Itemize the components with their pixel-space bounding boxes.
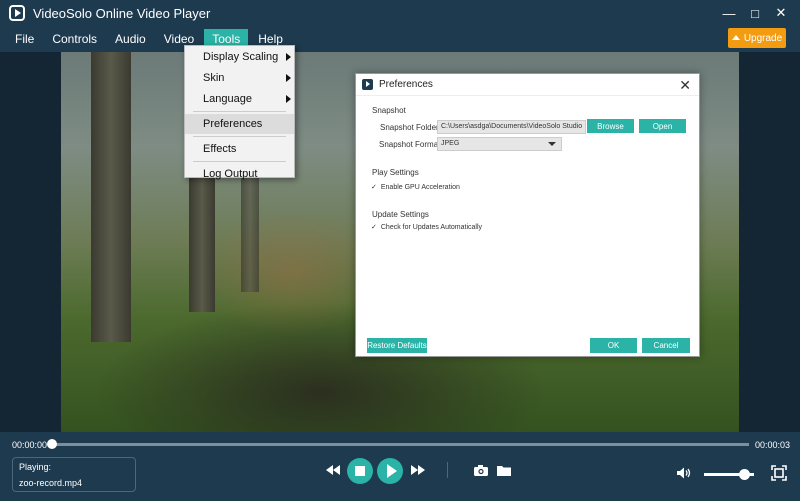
play-icon: [386, 464, 397, 478]
menu-item-log-output[interactable]: Log Output: [185, 164, 294, 184]
progress-bar[interactable]: [52, 443, 749, 446]
dialog-title: Preferences: [379, 79, 433, 90]
submenu-arrow-icon: [286, 95, 291, 103]
dialog-title-bar: Preferences ✕: [356, 74, 699, 96]
window-controls: — □ ✕: [716, 0, 794, 26]
tree-trunk-image: [91, 52, 131, 342]
stop-icon: [355, 466, 365, 476]
play-settings-heading: Play Settings: [372, 168, 419, 177]
snapshot-format-select[interactable]: JPEG: [437, 137, 562, 151]
app-logo-icon: [362, 79, 373, 90]
menu-item-label: Skin: [203, 72, 225, 84]
menu-controls[interactable]: Controls: [44, 29, 105, 49]
menu-separator: [193, 161, 286, 162]
snapshot-folder-field[interactable]: C:\Users\asdga\Documents\VideoSolo Studi…: [437, 120, 586, 134]
playing-file-name: zoo-record.mp4: [19, 478, 83, 488]
snapshot-button[interactable]: [472, 463, 490, 477]
minimize-button[interactable]: —: [716, 2, 742, 24]
submenu-arrow-icon: [286, 53, 291, 61]
control-divider: [447, 462, 448, 478]
fullscreen-button[interactable]: [771, 465, 787, 481]
ok-button[interactable]: OK: [590, 338, 637, 353]
browse-button[interactable]: Browse: [587, 119, 634, 133]
title-bar: VideoSolo Online Video Player — □ ✕: [0, 0, 800, 26]
snapshot-format-label: Snapshot Format:: [379, 140, 443, 149]
maximize-button[interactable]: □: [742, 2, 768, 24]
now-playing-panel: Playing: zoo-record.mp4: [12, 457, 136, 492]
cancel-button[interactable]: Cancel: [642, 338, 690, 353]
camera-icon: [474, 464, 488, 476]
dialog-close-icon[interactable]: ✕: [679, 77, 691, 94]
video-letterbox-left: [0, 52, 61, 432]
checkmark-icon: ✓: [371, 184, 377, 191]
chevron-down-icon: [548, 142, 556, 146]
update-settings-heading: Update Settings: [372, 210, 429, 219]
menu-audio[interactable]: Audio: [107, 29, 154, 49]
menu-separator: [193, 136, 286, 137]
rewind-icon: [326, 465, 340, 475]
restore-defaults-button[interactable]: Restore Defaults: [367, 338, 427, 353]
auto-update-label: Check for Updates Automatically: [380, 224, 483, 231]
play-button[interactable]: [377, 458, 403, 484]
playing-label: Playing:: [19, 462, 52, 472]
menu-item-skin[interactable]: Skin: [185, 68, 294, 88]
player-control-bar: 00:00:00 00:00:03 Playing: zoo-record.mp…: [0, 432, 800, 501]
menu-item-display-scaling[interactable]: Display Scaling: [185, 47, 294, 67]
menu-file[interactable]: File: [7, 29, 42, 49]
snapshot-section-heading: Snapshot: [372, 106, 406, 115]
fast-forward-button[interactable]: [410, 464, 426, 476]
menu-item-preferences[interactable]: Preferences: [185, 114, 294, 134]
menu-separator: [193, 111, 286, 112]
preferences-dialog: Preferences ✕ Snapshot Snapshot Folder: …: [355, 73, 700, 357]
app-title: VideoSolo Online Video Player: [33, 5, 211, 21]
volume-handle[interactable]: [738, 469, 750, 480]
speaker-icon: [677, 467, 691, 479]
menu-item-language[interactable]: Language: [185, 89, 294, 109]
total-time: 00:00:03: [755, 440, 791, 450]
gpu-acceleration-checkbox[interactable]: ✓ Enable GPU Acceleration: [371, 183, 460, 191]
tools-dropdown-menu: Display Scaling Skin Language Preference…: [184, 45, 295, 180]
menu-item-label: Log Output: [203, 168, 258, 180]
folder-icon: [497, 465, 511, 476]
menu-item-label: Language: [203, 93, 252, 105]
auto-update-checkbox[interactable]: ✓ Check for Updates Automatically: [371, 223, 482, 231]
gpu-acceleration-label: Enable GPU Acceleration: [380, 184, 460, 191]
video-letterbox-right: [739, 52, 800, 432]
volume-button[interactable]: [676, 466, 692, 480]
fullscreen-icon: [771, 465, 787, 481]
current-time: 00:00:00: [12, 440, 48, 450]
submenu-arrow-icon: [286, 74, 291, 82]
close-button[interactable]: ✕: [768, 2, 794, 24]
open-button[interactable]: Open: [639, 119, 686, 133]
menu-item-label: Effects: [203, 143, 237, 155]
app-logo-icon: [9, 5, 25, 21]
snapshot-format-value: JPEG: [441, 140, 460, 147]
stop-button[interactable]: [347, 458, 373, 484]
open-folder-button[interactable]: [495, 463, 513, 477]
menu-bar: File Controls Audio Video Tools Help Upg…: [0, 28, 800, 50]
checkmark-icon: ✓: [371, 224, 377, 231]
fast-forward-icon: [411, 465, 425, 475]
menu-item-label: Display Scaling: [203, 51, 279, 63]
rewind-button[interactable]: [325, 464, 341, 476]
menu-item-effects[interactable]: Effects: [185, 139, 294, 159]
menu-item-label: Preferences: [203, 118, 263, 130]
upgrade-button[interactable]: Upgrade: [728, 28, 786, 48]
upgrade-arrow-icon: [731, 34, 740, 40]
progress-handle[interactable]: [47, 439, 57, 449]
upgrade-label: Upgrade: [743, 32, 783, 44]
snapshot-folder-label: Snapshot Folder:: [380, 123, 441, 132]
